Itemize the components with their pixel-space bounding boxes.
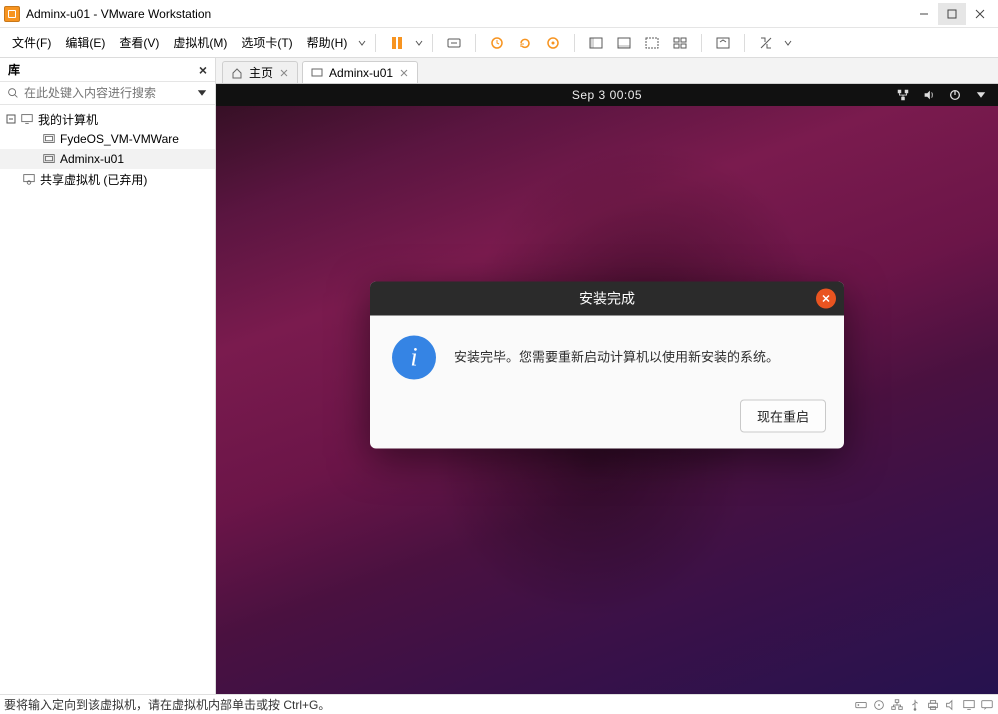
menu-file[interactable]: 文件(F) [6, 30, 57, 55]
tab-close-icon[interactable] [399, 68, 409, 78]
gnome-datetime[interactable]: Sep 3 00:05 [572, 88, 642, 102]
window-maximize-button[interactable] [938, 3, 966, 25]
vm-tab-icon [311, 67, 323, 79]
send-ctrl-alt-del-button[interactable] [441, 30, 467, 56]
vm-icon [42, 132, 56, 146]
view-console-button[interactable] [611, 30, 637, 56]
menu-help[interactable]: 帮助(H) [301, 30, 354, 55]
info-icon: i [392, 335, 436, 379]
device-message-icon[interactable] [980, 698, 994, 712]
fullscreen-button[interactable] [710, 30, 736, 56]
menu-view[interactable]: 查看(V) [113, 30, 165, 55]
tree-shared-vms[interactable]: 共享虚拟机 (已弃用) [0, 169, 215, 189]
ubuntu-desktop[interactable]: Sep 3 00:05 安装完成 [216, 84, 998, 694]
chevron-down-icon [974, 88, 988, 102]
tab-close-icon[interactable] [279, 68, 289, 78]
status-device-icons [854, 698, 994, 712]
view-single-button[interactable] [583, 30, 609, 56]
menu-dropdown-icon[interactable] [357, 38, 367, 48]
window-title: Adminx-u01 - VMware Workstation [26, 7, 910, 21]
menubar: 文件(F) 编辑(E) 查看(V) 虚拟机(M) 选项卡(T) 帮助(H) [0, 28, 998, 58]
tab-label: Adminx-u01 [329, 66, 393, 80]
unity-dropdown-icon[interactable] [783, 38, 793, 48]
vm-icon [42, 152, 56, 166]
device-usb-icon[interactable] [908, 698, 922, 712]
power-icon [948, 88, 962, 102]
library-title: 库 [8, 61, 20, 78]
tab-home[interactable]: 主页 [222, 61, 298, 83]
tree-label: FydeOS_VM-VMWare [60, 132, 179, 146]
device-network-icon[interactable] [890, 698, 904, 712]
computer-icon [20, 112, 34, 126]
status-hint: 要将输入定向到该虚拟机，请在虚拟机内部单击或按 Ctrl+G。 [4, 696, 330, 713]
snapshot-manager-button[interactable] [540, 30, 566, 56]
power-dropdown-icon[interactable] [414, 38, 424, 48]
tree-vm-adminx[interactable]: Adminx-u01 [0, 149, 215, 169]
tab-bar: 主页 Adminx-u01 [216, 58, 998, 84]
menu-edit[interactable]: 编辑(E) [59, 30, 111, 55]
device-hdd-icon[interactable] [854, 698, 868, 712]
statusbar: 要将输入定向到该虚拟机，请在虚拟机内部单击或按 Ctrl+G。 [0, 694, 998, 714]
library-search [0, 82, 215, 105]
pause-vm-button[interactable] [384, 30, 410, 56]
window-minimize-button[interactable] [910, 3, 938, 25]
gnome-topbar: Sep 3 00:05 [216, 84, 998, 106]
view-dashed-button[interactable] [639, 30, 665, 56]
library-tree: 我的计算机 FydeOS_VM-VMWare Adminx-u01 共享虚拟机 … [0, 105, 215, 694]
install-complete-dialog: 安装完成 i 安装完毕。您需要重新启动计算机以使用新安装的系统。 现在重启 [370, 281, 844, 448]
library-sidebar: 库 × 我的计算机 FydeOS_VM-VMWare Adminx-u01 [0, 58, 216, 694]
library-header: 库 × [0, 58, 215, 82]
snapshot-revert-button[interactable] [512, 30, 538, 56]
tree-label: Adminx-u01 [60, 152, 124, 166]
restart-now-button[interactable]: 现在重启 [740, 399, 826, 432]
device-display-icon[interactable] [962, 698, 976, 712]
device-cd-icon[interactable] [872, 698, 886, 712]
search-dropdown-icon[interactable] [195, 86, 209, 100]
dialog-message: 安装完毕。您需要重新启动计算机以使用新安装的系统。 [454, 347, 779, 367]
tree-my-computer[interactable]: 我的计算机 [0, 109, 215, 129]
vmware-logo-icon [4, 6, 20, 22]
snapshot-take-button[interactable] [484, 30, 510, 56]
device-printer-icon[interactable] [926, 698, 940, 712]
unity-button[interactable] [753, 30, 779, 56]
tree-label: 我的计算机 [38, 111, 98, 128]
content-area: 主页 Adminx-u01 Sep 3 00:05 [216, 58, 998, 694]
menu-tabs[interactable]: 选项卡(T) [235, 30, 298, 55]
dialog-titlebar: 安装完成 [370, 281, 844, 315]
tab-vm-adminx[interactable]: Adminx-u01 [302, 61, 418, 83]
shared-icon [22, 172, 36, 186]
tree-vm-fydeos[interactable]: FydeOS_VM-VMWare [0, 129, 215, 149]
tree-label: 共享虚拟机 (已弃用) [40, 171, 147, 188]
volume-icon [922, 88, 936, 102]
gnome-system-tray[interactable] [896, 88, 988, 102]
menu-vm[interactable]: 虚拟机(M) [167, 30, 233, 55]
library-search-input[interactable] [24, 86, 191, 100]
twisty-open-icon [6, 114, 16, 124]
network-icon [896, 88, 910, 102]
vm-display[interactable]: Sep 3 00:05 安装完成 [216, 84, 998, 694]
tab-label: 主页 [249, 64, 273, 81]
view-thumbnails-button[interactable] [667, 30, 693, 56]
dialog-title: 安装完成 [579, 288, 635, 308]
window-titlebar: Adminx-u01 - VMware Workstation [0, 0, 998, 28]
library-close-button[interactable]: × [199, 62, 207, 78]
dialog-close-button[interactable] [816, 288, 836, 308]
search-icon [6, 86, 20, 100]
window-close-button[interactable] [966, 3, 994, 25]
home-icon [231, 67, 243, 79]
device-sound-icon[interactable] [944, 698, 958, 712]
